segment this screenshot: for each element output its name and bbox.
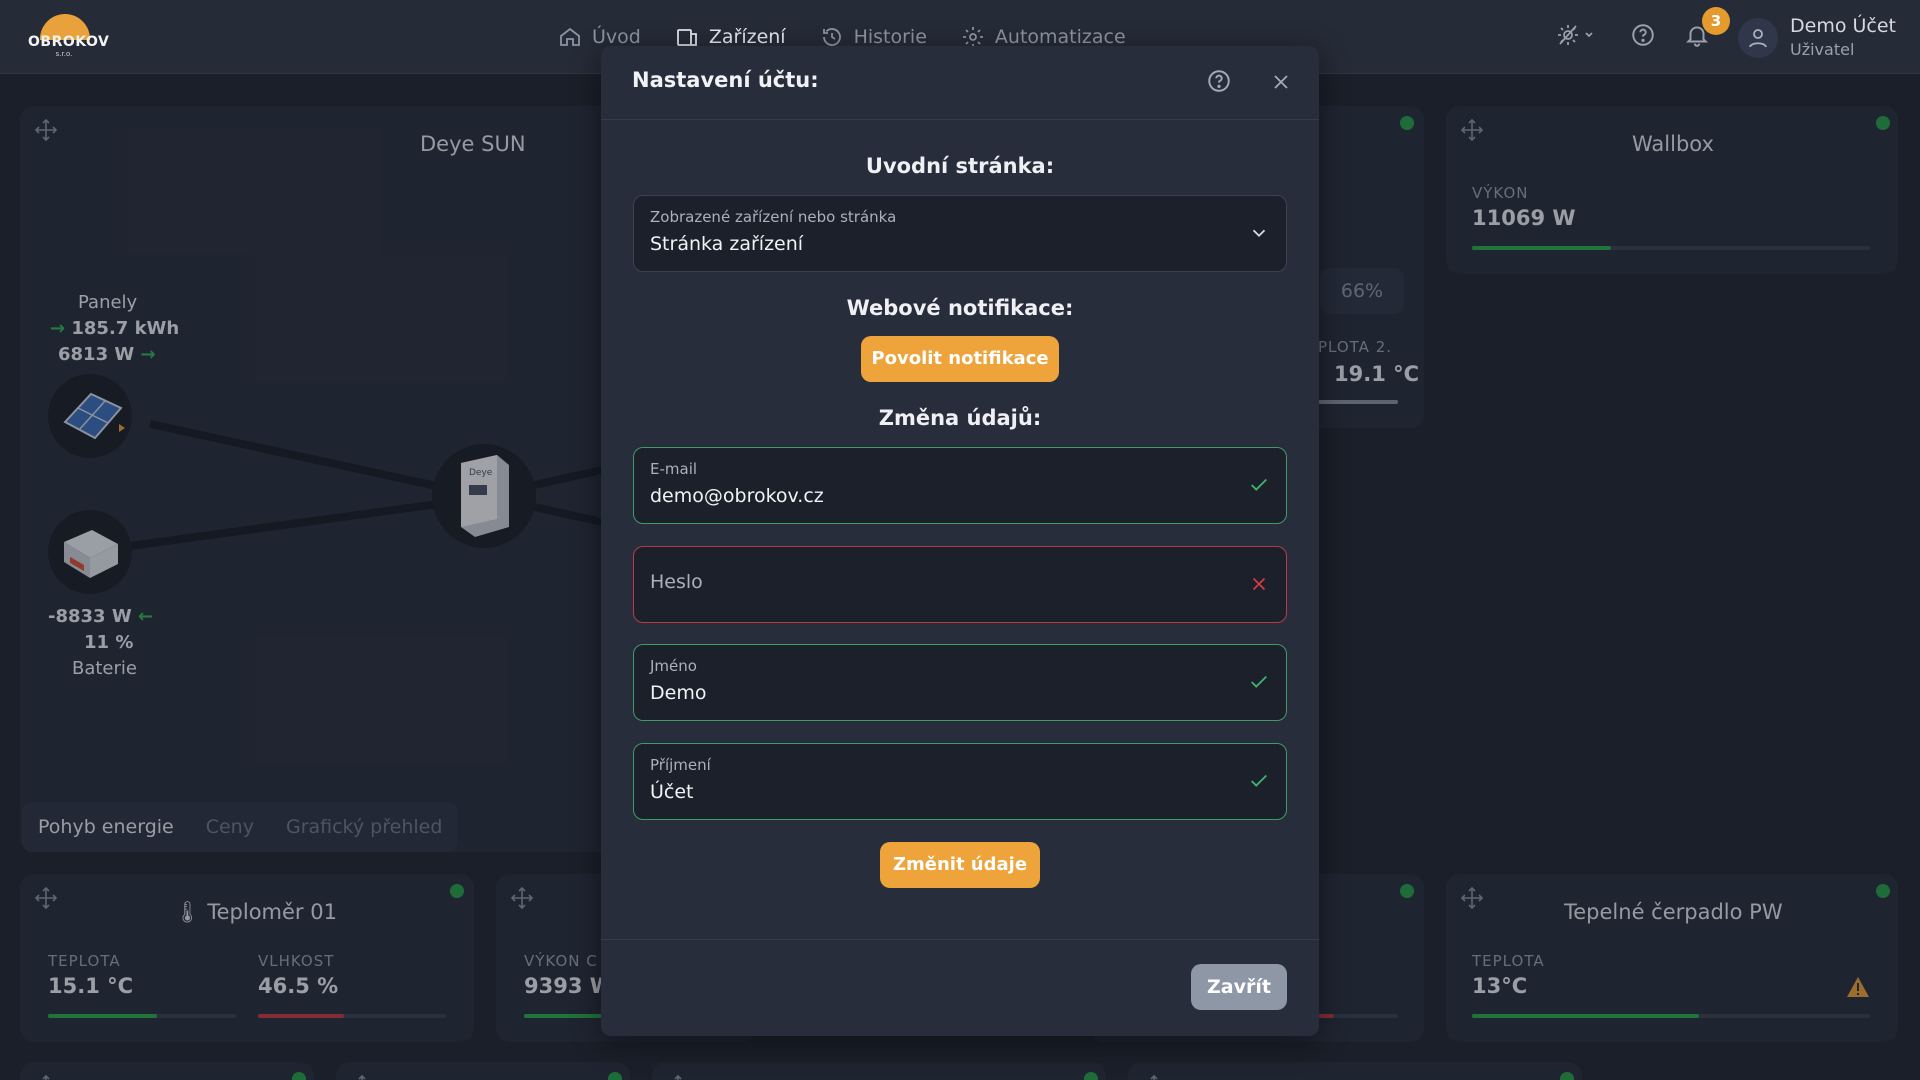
company-logo[interactable]: OBROKOV s.r.o. [28,14,110,60]
user-icon [1749,29,1767,48]
nav-label: Automatizace [994,26,1126,48]
sun-theme-icon [1558,25,1593,45]
enable-notifications-button[interactable]: Povolit notifikace [861,336,1059,382]
last-name-field[interactable]: Příjmení Účet [633,743,1287,820]
change-details-heading: Změna údajů: [878,406,1042,430]
homepage-select[interactable]: Zobrazené zařízení nebo stránka Stránka … [633,195,1287,272]
nav-label: Zařízení [708,26,786,48]
field-value: Stránka zařízení [650,233,804,255]
account-settings-modal: Nastavení účtu: Uvodní stránka: Zobrazen… [601,46,1319,1036]
check-icon [1251,675,1267,688]
field-placeholder: Heslo [650,571,703,593]
notification-count-badge: 3 [1702,7,1730,35]
user-avatar[interactable] [1738,18,1778,58]
error-x-icon [1252,577,1266,591]
check-icon [1251,478,1267,491]
field-value: Účet [650,781,694,803]
chevron-down-icon [1252,229,1266,238]
nav-label: Úvod [592,26,641,48]
help-button[interactable] [1630,22,1660,52]
first-name-field[interactable]: Jméno Demo [633,644,1287,721]
help-icon[interactable] [1206,68,1232,94]
change-details-button[interactable]: Změnit údaje [880,842,1040,888]
check-icon [1251,774,1267,787]
homepage-heading: Uvodní stránka: [865,154,1055,178]
field-value: Demo [650,682,707,704]
logo-suffix: s.r.o. [55,50,73,58]
field-value: demo@obrokov.cz [650,485,824,507]
field-label: Zobrazené zařízení nebo stránka [650,208,897,226]
user-role: Uživatel [1790,40,1855,59]
modal-title: Nastavení účtu: [632,68,819,92]
help-icon [1632,24,1654,46]
user-name[interactable]: Demo Účet [1790,15,1896,37]
web-notifications-heading: Webové notifikace: [846,296,1074,320]
email-field[interactable]: E-mail demo@obrokov.cz [633,447,1287,524]
field-label: Jméno [650,657,697,675]
logo-name: OBROKOV [28,34,110,50]
theme-toggle[interactable] [1556,22,1602,52]
close-icon[interactable] [1269,70,1293,94]
close-modal-button[interactable]: Zavřít [1191,964,1287,1010]
modal-header: Nastavení účtu: [601,46,1319,120]
nav-label: Historie [853,26,927,48]
field-label: Příjmení [650,756,711,774]
home-icon [560,27,580,46]
password-field[interactable]: Heslo [633,546,1287,623]
field-label: E-mail [650,460,698,478]
